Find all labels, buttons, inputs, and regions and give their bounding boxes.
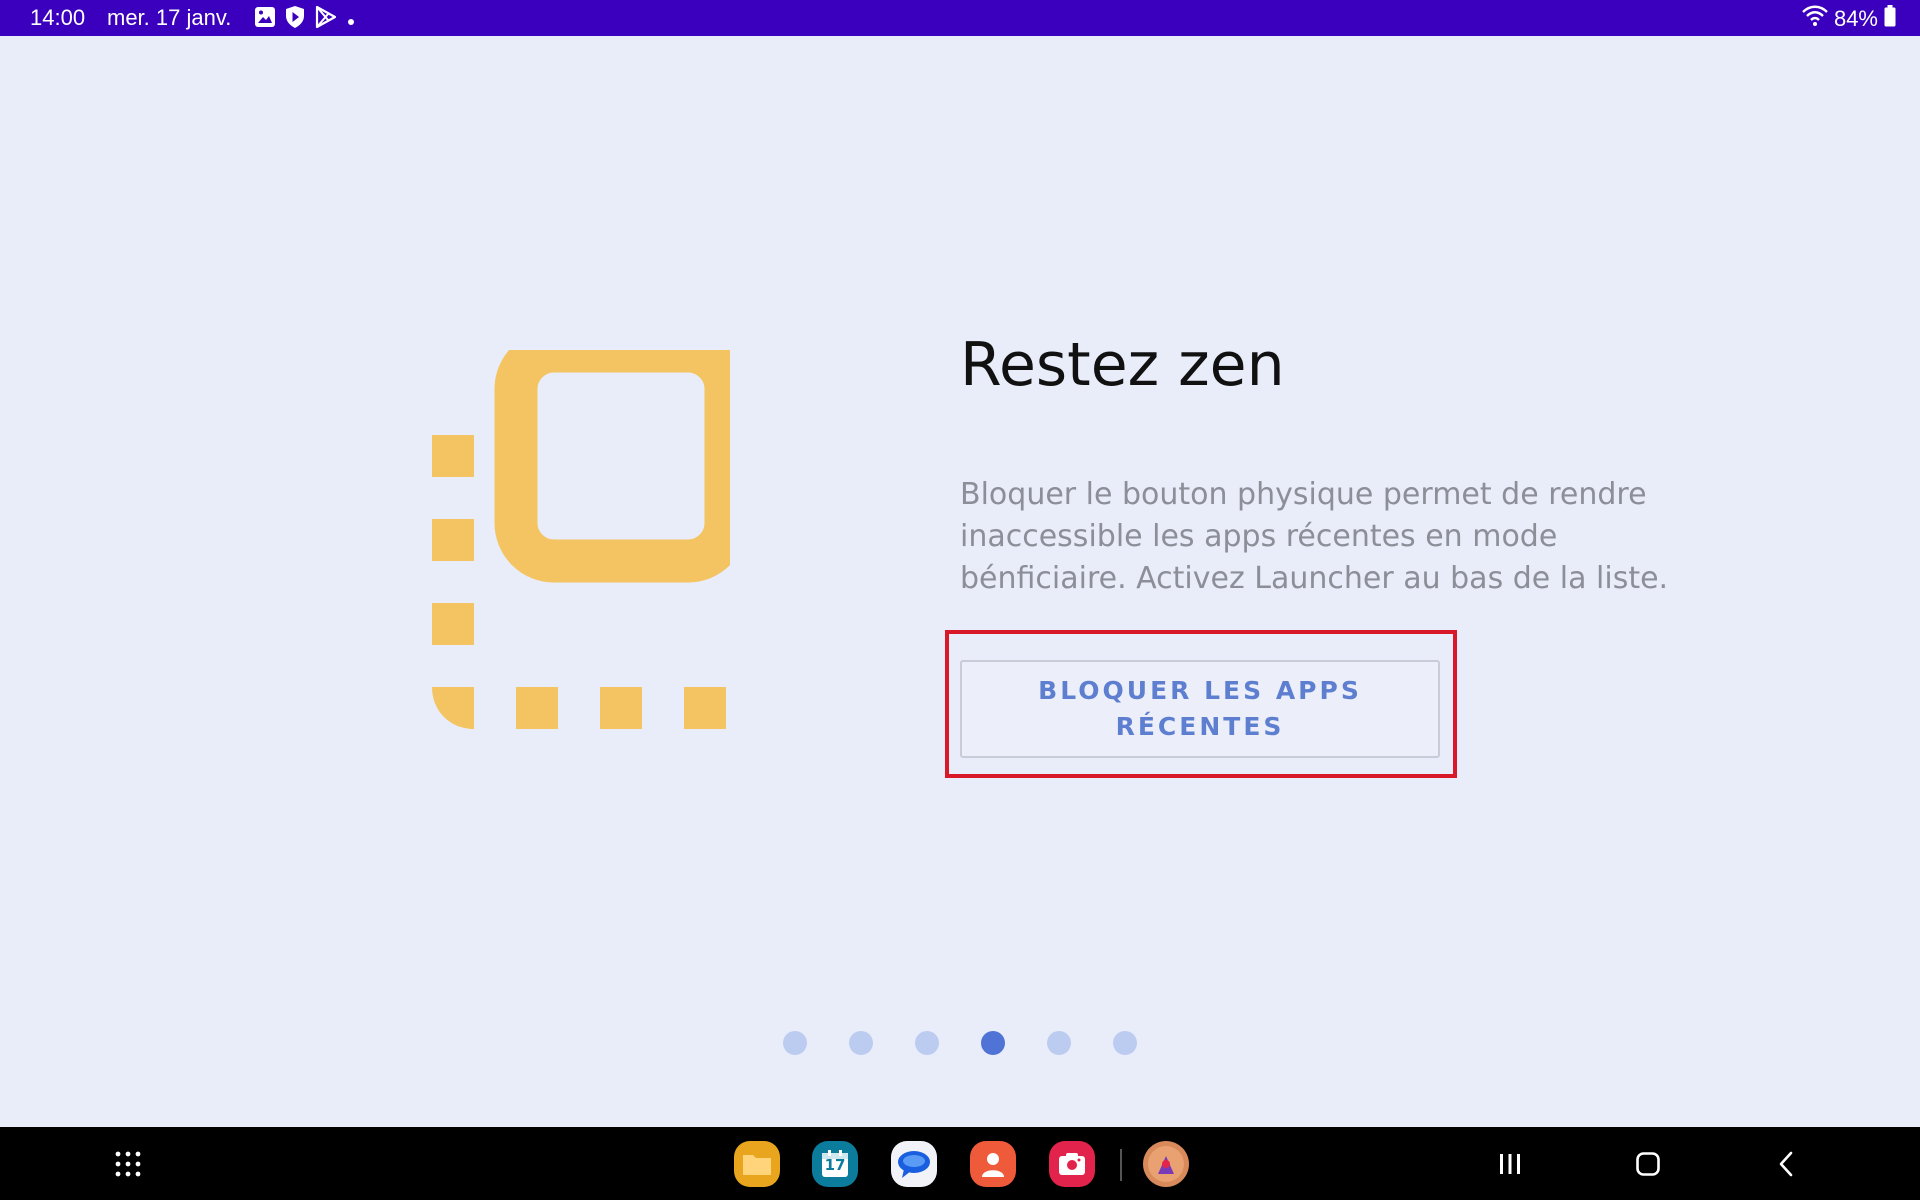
dock-divider [1120,1149,1122,1181]
launcher-app-icon[interactable] [1143,1141,1189,1187]
page-dot-1[interactable] [783,1031,807,1055]
files-app-icon[interactable] [734,1141,780,1187]
more-dot-icon [346,7,356,33]
calendar-day: 17 [824,1156,846,1174]
home-icon[interactable] [1634,1127,1662,1200]
page-dot-2[interactable] [849,1031,873,1055]
page-dot-6[interactable] [1113,1031,1137,1055]
battery-icon [1884,5,1896,33]
shield-play-icon [284,5,306,35]
messages-app-icon[interactable] [891,1141,937,1187]
notification-icons [254,5,356,35]
screen-recorder-app-icon[interactable] [1049,1141,1095,1187]
page-dot-5[interactable] [1047,1031,1071,1055]
page-indicator [783,1031,1137,1055]
recents-icon[interactable] [1496,1127,1524,1200]
status-date: mer. 17 janv. [107,5,232,30]
play-store-icon [314,5,338,35]
navigation-bar: 17 [0,1127,1920,1200]
slide-description: Bloquer le bouton physique permet de ren… [960,477,1669,596]
status-bar: 14:00 mer. 17 janv. 84% [0,0,1920,36]
app-drawer-icon[interactable] [108,1127,148,1200]
block-recent-apps-button-label: BLOQUER LES APPS RÉCENTES [1038,676,1362,741]
recent-apps-icon [430,329,748,734]
calendar-app-icon[interactable]: 17 [812,1141,858,1187]
battery-percent: 84% [1833,6,1878,31]
wifi-icon [1802,5,1828,33]
block-recent-apps-button[interactable]: BLOQUER LES APPS RÉCENTES [960,660,1440,758]
page-dot-4-active[interactable] [981,1031,1005,1055]
gallery-icon [254,6,276,34]
page-dot-3[interactable] [915,1031,939,1055]
contacts-app-icon[interactable] [970,1141,1016,1187]
back-icon[interactable] [1772,1127,1800,1200]
slide-title: Restez zen [960,330,1285,400]
status-right: 84% [1802,5,1896,33]
status-time: 14:00 [30,5,86,30]
